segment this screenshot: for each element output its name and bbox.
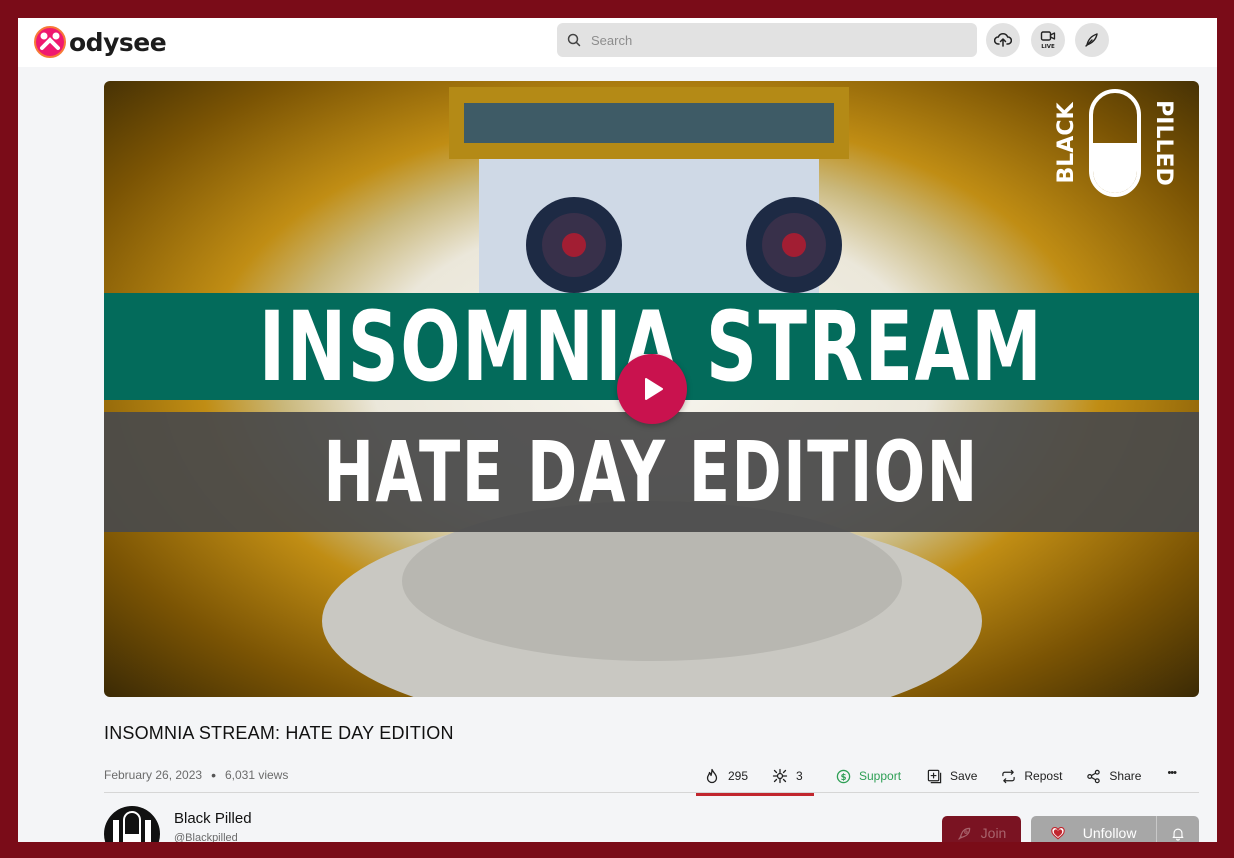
action-bar: 295 3 $ Support Save Repost Share •••	[696, 758, 1177, 796]
fire-reaction-button[interactable]: 295	[704, 761, 748, 791]
reactions-group: 295 3	[696, 761, 814, 796]
more-options-icon: •••	[1167, 767, 1177, 779]
save-label: Save	[950, 769, 978, 783]
publish-post-button[interactable]	[1075, 23, 1109, 57]
reaction-underline	[696, 793, 814, 796]
repost-icon	[1002, 769, 1016, 783]
unfollow-button[interactable]: Unfollow	[1031, 816, 1199, 842]
fire-count: 295	[728, 769, 749, 783]
top-header: odysee LIVE	[18, 18, 1217, 67]
fire-icon	[706, 768, 718, 784]
slime-icon	[772, 768, 788, 784]
heart-icon	[1051, 826, 1065, 839]
publish-date: February 26, 2023	[104, 768, 203, 782]
thumbnail-title-band-2: HATE DAY EDITION	[104, 412, 1199, 532]
black-pilled-avatar-icon	[113, 811, 151, 842]
upload-icon	[994, 33, 1012, 47]
feather-pen-icon	[1085, 33, 1098, 47]
video-meta: February 26, 2023 • 6,031 views	[104, 767, 288, 783]
search-input[interactable]	[589, 31, 953, 49]
share-button[interactable]: Share	[1086, 761, 1141, 791]
notification-bell-button[interactable]	[1157, 816, 1199, 842]
logo-text: odysee	[69, 27, 167, 57]
search-icon	[567, 33, 581, 47]
meta-separator: •	[211, 767, 216, 783]
more-options-button[interactable]: •••	[1167, 758, 1177, 788]
support-button[interactable]: $ Support	[836, 761, 901, 791]
unfollow-main[interactable]: Unfollow	[1031, 816, 1158, 842]
view-count: 6,031 views	[224, 768, 289, 782]
svg-text:$: $	[841, 771, 847, 781]
join-membership-button[interactable]: Join	[942, 816, 1021, 842]
unfollow-label: Unfollow	[1082, 825, 1137, 841]
channel-avatar[interactable]	[104, 806, 160, 842]
repost-button[interactable]: Repost	[1001, 761, 1062, 791]
odysee-logo[interactable]: odysee	[34, 26, 167, 58]
share-label: Share	[1109, 769, 1142, 783]
upload-button[interactable]	[986, 23, 1020, 57]
play-button[interactable]	[617, 354, 687, 424]
go-live-button[interactable]: LIVE	[1031, 23, 1065, 57]
channel-handle[interactable]: @Blackpilled	[174, 832, 238, 842]
svg-text:LIVE: LIVE	[1041, 44, 1055, 50]
dollar-coin-icon: $	[836, 769, 851, 783]
odysee-logo-icon	[34, 26, 66, 58]
save-button[interactable]: Save	[927, 761, 977, 791]
channel-name[interactable]: Black Pilled	[174, 810, 252, 827]
thumbnail-title-line-2: HATE DAY EDITION	[323, 423, 980, 521]
slime-reaction-button[interactable]: 3	[772, 761, 803, 791]
add-to-playlist-icon	[927, 769, 942, 783]
repost-label: Repost	[1024, 769, 1063, 783]
browser-window: odysee LIVE	[18, 18, 1217, 842]
main-content: BLACK PILLED INSOMNIA STREAM HATE DAY ED…	[104, 81, 1199, 842]
black-pilled-watermark: BLACK PILLED	[1053, 89, 1177, 204]
bell-icon	[1172, 828, 1184, 841]
play-icon	[645, 378, 663, 400]
video-title: INSOMNIA STREAM: HATE DAY EDITION	[104, 723, 454, 743]
support-label: Support	[859, 769, 902, 783]
join-label: Join	[980, 825, 1007, 841]
svg-text:BLACK: BLACK	[1054, 102, 1079, 184]
video-player[interactable]: BLACK PILLED INSOMNIA STREAM HATE DAY ED…	[104, 81, 1199, 697]
search-bar[interactable]	[557, 23, 977, 57]
share-icon	[1087, 769, 1101, 783]
go-live-icon: LIVE	[1040, 31, 1056, 50]
svg-text:PILLED: PILLED	[1151, 100, 1176, 186]
divider	[104, 792, 1199, 793]
rocket-icon	[957, 827, 970, 840]
slime-count: 3	[796, 769, 803, 783]
